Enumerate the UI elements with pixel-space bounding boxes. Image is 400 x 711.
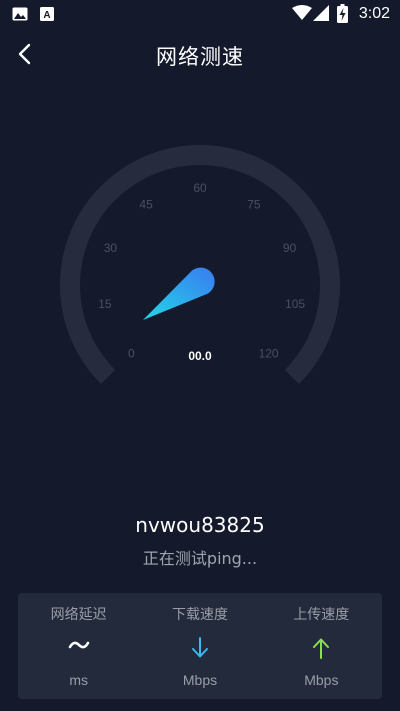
- speed-value: 00.0: [188, 349, 212, 363]
- download-label: 下载速度: [171, 607, 228, 623]
- test-status: 正在测试ping...: [142, 549, 258, 568]
- gauge-tick-label: 0: [128, 347, 135, 361]
- arrow-up-icon: [312, 637, 330, 663]
- upload-column: 上传速度 Mbps: [261, 593, 382, 699]
- gauge-tick-label: 45: [139, 197, 153, 211]
- battery-icon: [337, 4, 348, 27]
- latency-column: 网络延迟 ms: [18, 593, 139, 699]
- signal-icon: [313, 5, 329, 25]
- speed-gauge: 0 15 30 45 60 75 90 105 120 00.0: [60, 145, 340, 384]
- results-panel: 网络延迟 ms 下载速度 Mbps 上传速度 Mbps: [18, 593, 382, 699]
- upload-label: 上传速度: [293, 607, 350, 623]
- latency-unit: ms: [69, 672, 88, 688]
- gauge-needle: [143, 267, 215, 320]
- gauge-tick-label: 75: [247, 197, 261, 211]
- arrow-down-icon: [191, 637, 209, 663]
- svg-text:A: A: [43, 10, 50, 21]
- gauge-tick-label: 30: [104, 241, 118, 255]
- gauge-tick-label: 15: [98, 297, 112, 311]
- speed-test-screen: A 3:02 网络测速 0 15 30 45 60 75 90 105 120 …: [0, 0, 400, 711]
- header: 网络测速: [0, 32, 400, 76]
- latency-label: 网络延迟: [50, 607, 107, 623]
- status-bar: A 3:02: [0, 0, 400, 28]
- upload-unit: Mbps: [304, 672, 339, 688]
- tilde-icon: [68, 637, 90, 657]
- status-time: 3:02: [358, 5, 390, 22]
- image-icon: [12, 6, 28, 25]
- gauge-tick-label: 60: [193, 181, 207, 195]
- gauge-tick-label: 105: [285, 297, 305, 311]
- font-icon: A: [40, 6, 54, 25]
- page-title: 网络测速: [156, 45, 244, 69]
- download-column: 下载速度 Mbps: [139, 593, 260, 699]
- wifi-icon: [292, 5, 312, 25]
- server-name: nvwou83825: [135, 513, 265, 537]
- download-unit: Mbps: [182, 672, 218, 688]
- gauge-tick-label: 90: [283, 241, 297, 255]
- gauge-tick-label: 120: [259, 347, 279, 361]
